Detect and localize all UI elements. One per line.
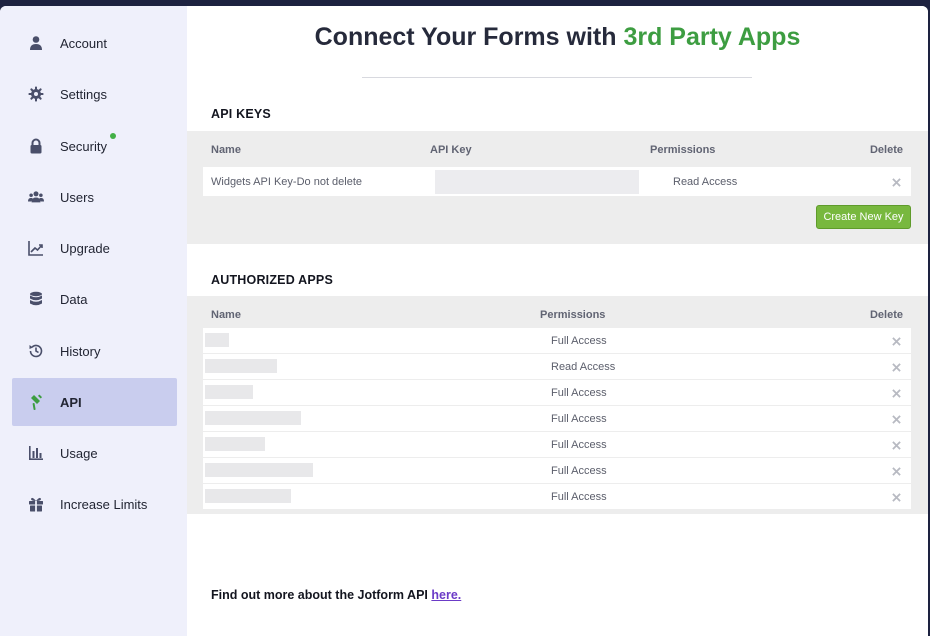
api-docs-footer: Find out more about the Jotform API here… (211, 588, 461, 602)
sidebar-item-label: Usage (60, 445, 98, 461)
close-icon (891, 492, 901, 502)
gift-icon (12, 480, 60, 528)
sidebar-item-settings[interactable]: Settings (12, 70, 177, 118)
table-row: Full Access (203, 432, 911, 458)
sidebar-item-account[interactable]: Account (12, 19, 177, 67)
api-keys-header-name: Name (211, 144, 241, 156)
close-icon (891, 414, 901, 424)
gear-icon (12, 70, 60, 118)
api-plug-icon (12, 378, 60, 426)
page-title-accent: 3rd Party Apps (623, 23, 801, 51)
app-name (205, 333, 229, 347)
apps-header-permissions: Permissions (540, 309, 606, 321)
api-keys-header-delete: Delete (869, 144, 903, 156)
sidebar-item-label: Settings (60, 86, 107, 102)
apps-header-delete: Delete (869, 309, 903, 321)
table-row: Full Access (203, 328, 911, 354)
sidebar: Account Settings Security Users Upgrade … (0, 6, 187, 636)
sidebar-item-label: Data (60, 291, 88, 307)
api-docs-link[interactable]: here. (431, 588, 461, 602)
api-keys-header-api-key: API Key (430, 144, 472, 156)
app-permissions: Full Access (551, 335, 607, 347)
delete-key-button[interactable] (889, 175, 903, 189)
api-key-name: Widgets API Key-Do not delete (211, 176, 363, 188)
app-permissions: Full Access (551, 413, 607, 425)
sidebar-item-label: History (60, 343, 101, 359)
close-icon (891, 440, 901, 450)
apps-header-name: Name (211, 309, 241, 321)
close-icon (891, 177, 901, 187)
table-row: Full Access (203, 380, 911, 406)
sidebar-item-label: Increase Limits (60, 496, 148, 512)
sidebar-item-data[interactable]: Data (12, 275, 177, 323)
table-row: Widgets API Key-Do not delete Read Acces… (203, 167, 911, 197)
footer-text: Find out more about the Jotform API (211, 588, 432, 602)
delete-app-button[interactable] (889, 464, 903, 478)
api-keys-panel: Name API Key Permissions Delete Widgets … (187, 131, 928, 244)
delete-app-button[interactable] (889, 334, 903, 348)
sidebar-item-users[interactable]: Users (12, 173, 177, 221)
upgrade-chart-icon (12, 224, 60, 272)
sidebar-item-label: Security (60, 138, 107, 154)
api-keys-section-title: API KEYS (211, 107, 271, 121)
user-icon (12, 19, 60, 67)
close-icon (891, 336, 901, 346)
page-title: Connect Your Forms with 3rd Party Apps (187, 23, 928, 52)
api-key-permissions: Read Access (673, 176, 738, 188)
database-icon (12, 275, 60, 323)
app-permissions: Full Access (551, 439, 607, 451)
api-keys-header-permissions: Permissions (650, 144, 716, 156)
create-new-key-button[interactable]: Create New Key (816, 205, 911, 229)
settings-window: Account Settings Security Users Upgrade … (0, 6, 928, 636)
authorized-apps-section-title: AUTHORIZED APPS (211, 273, 333, 287)
delete-app-button[interactable] (889, 490, 903, 504)
sidebar-item-upgrade[interactable]: Upgrade (12, 224, 177, 272)
app-name (205, 385, 253, 399)
app-name (205, 463, 313, 477)
sidebar-item-security[interactable]: Security (12, 122, 177, 170)
sidebar-item-label: Upgrade (60, 240, 110, 256)
sidebar-item-increase-limits[interactable]: Increase Limits (12, 480, 177, 528)
page-title-text: Connect Your Forms with (314, 23, 624, 51)
history-icon (12, 327, 60, 375)
app-permissions: Read Access (551, 361, 616, 373)
main-content: Connect Your Forms with 3rd Party Apps A… (187, 6, 928, 636)
delete-app-button[interactable] (889, 438, 903, 452)
sidebar-item-label: API (60, 394, 82, 410)
app-permissions: Full Access (551, 491, 607, 503)
authorized-apps-panel: Name Permissions Delete Full Access Read… (187, 296, 928, 514)
api-key-value (435, 170, 639, 194)
close-icon (891, 362, 901, 372)
title-divider (362, 77, 752, 78)
app-name (205, 489, 291, 503)
lock-icon (12, 122, 60, 170)
sidebar-item-history[interactable]: History (12, 327, 177, 375)
delete-app-button[interactable] (889, 412, 903, 426)
sidebar-item-label: Account (60, 35, 107, 51)
app-permissions: Full Access (551, 465, 607, 477)
table-row: Full Access (203, 484, 911, 510)
bar-chart-icon (12, 429, 60, 477)
table-row: Read Access (203, 354, 911, 380)
app-name (205, 437, 265, 451)
sidebar-item-label: Users (60, 189, 94, 205)
delete-app-button[interactable] (889, 360, 903, 374)
sidebar-item-usage[interactable]: Usage (12, 429, 177, 477)
users-icon (12, 173, 60, 221)
close-icon (891, 466, 901, 476)
status-dot (110, 133, 116, 139)
close-icon (891, 388, 901, 398)
table-row: Full Access (203, 458, 911, 484)
app-name (205, 359, 277, 373)
app-permissions: Full Access (551, 387, 607, 399)
sidebar-item-api[interactable]: API (12, 378, 177, 426)
delete-app-button[interactable] (889, 386, 903, 400)
app-name (205, 411, 301, 425)
table-row: Full Access (203, 406, 911, 432)
